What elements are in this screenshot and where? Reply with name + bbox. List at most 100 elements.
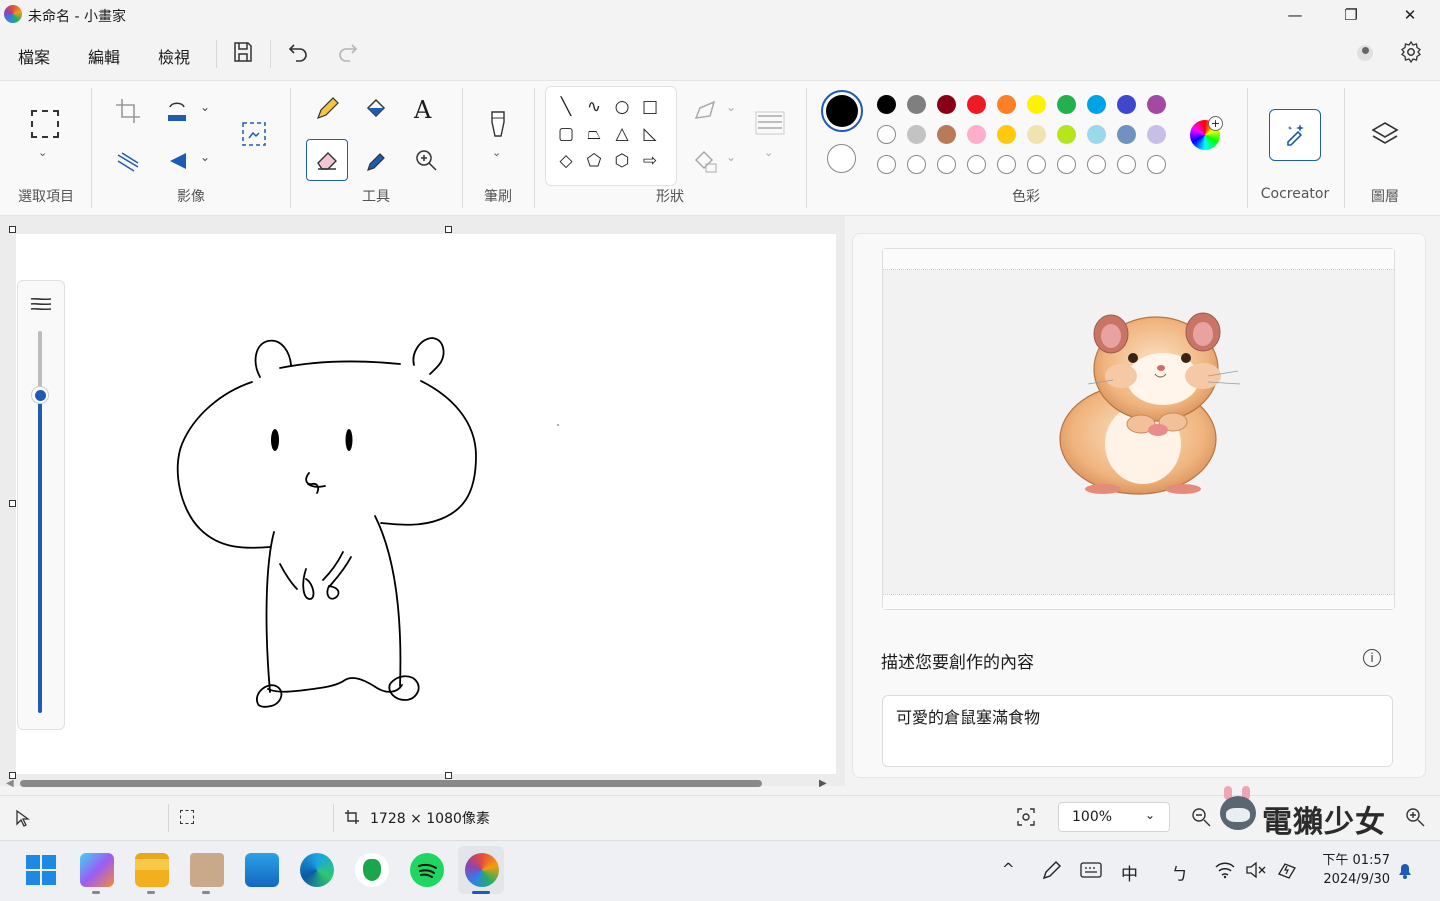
color-swatch[interactable]: [1057, 95, 1076, 114]
layers-icon[interactable]: [1368, 118, 1402, 152]
notification-bell-icon[interactable]: [1396, 860, 1414, 880]
color-swatch[interactable]: [967, 95, 986, 114]
eraser-tool[interactable]: [306, 139, 348, 181]
paint-taskbar-icon[interactable]: [465, 853, 499, 887]
color-swatch[interactable]: [997, 125, 1016, 144]
ime-mode-indicator[interactable]: 中: [1121, 860, 1138, 885]
shape-option[interactable]: ⬠: [580, 147, 608, 174]
shape-outline-icon[interactable]: [690, 96, 722, 128]
color-swatch[interactable]: [1027, 95, 1046, 114]
custom-color-slot[interactable]: [1027, 155, 1046, 174]
scroll-right-arrow[interactable]: ▶: [819, 778, 827, 789]
color-swatch[interactable]: [1087, 95, 1106, 114]
custom-color-slot[interactable]: [907, 155, 926, 174]
show-hidden-icons-chevron[interactable]: ^: [1002, 860, 1015, 878]
custom-color-slot[interactable]: [937, 155, 956, 174]
shape-option[interactable]: ◺: [636, 120, 664, 147]
shape-option[interactable]: ◇: [552, 147, 580, 174]
line-size-icon[interactable]: [754, 108, 786, 140]
brush-icon[interactable]: [482, 108, 514, 140]
zoom-out-icon[interactable]: [1191, 807, 1211, 827]
wifi-icon[interactable]: [1214, 861, 1236, 879]
copilot-icon[interactable]: [80, 853, 114, 887]
shape-option[interactable]: ⇨: [636, 147, 664, 174]
resize-handle-top-left[interactable]: [9, 226, 16, 233]
resize-handle-bottom[interactable]: [445, 772, 452, 779]
clock[interactable]: 下午 01:57 2024/9/30: [1312, 851, 1390, 889]
color-swatch[interactable]: [1117, 95, 1136, 114]
color-swatch[interactable]: [877, 125, 896, 144]
cocreator-button[interactable]: [1269, 109, 1321, 161]
shape-option[interactable]: ▢: [552, 120, 580, 147]
account-avatar[interactable]: [1357, 45, 1373, 61]
drawing-canvas[interactable]: [16, 234, 836, 774]
scroll-left-arrow[interactable]: ◀: [6, 778, 14, 789]
save-icon[interactable]: [231, 40, 255, 64]
custom-color-slot[interactable]: [997, 155, 1016, 174]
edit-colors-button[interactable]: +: [1190, 116, 1223, 150]
shape-option[interactable]: ╲: [552, 93, 580, 120]
zoom-in-icon[interactable]: [1405, 807, 1425, 827]
menu-edit[interactable]: 編輯: [88, 44, 120, 68]
rotate-flip-icon[interactable]: [162, 145, 194, 177]
shape-option[interactable]: ⬡: [608, 147, 636, 174]
pencil-icon[interactable]: [310, 94, 342, 126]
volume-muted-icon[interactable]: [1245, 861, 1267, 879]
chevron-down-icon[interactable]: ⌄: [200, 100, 210, 114]
generated-image-preview[interactable]: [882, 248, 1395, 610]
color-swatch[interactable]: [1027, 125, 1046, 144]
color-swatch[interactable]: [937, 125, 956, 144]
color-swatch[interactable]: [1117, 125, 1136, 144]
custom-color-slot[interactable]: [1147, 155, 1166, 174]
resize-icon[interactable]: [162, 95, 194, 127]
custom-color-slot[interactable]: [967, 155, 986, 174]
image-resize-icon[interactable]: [238, 118, 270, 150]
photos-icon[interactable]: [245, 853, 279, 887]
custom-color-slot[interactable]: [1057, 155, 1076, 174]
dice-app-icon[interactable]: [190, 853, 224, 887]
battery-charging-icon[interactable]: [1275, 860, 1299, 880]
size-slider-thumb[interactable]: [31, 386, 49, 404]
shape-option[interactable]: □: [636, 93, 664, 120]
shape-option[interactable]: △: [608, 120, 636, 147]
chevron-down-icon[interactable]: ⌄: [726, 150, 736, 164]
horizontal-scrollbar-thumb[interactable]: [20, 780, 762, 787]
shape-option[interactable]: ∿: [580, 93, 608, 120]
select-rectangle-icon[interactable]: [31, 110, 59, 138]
chevron-down-icon[interactable]: ⌄: [726, 100, 736, 114]
color-swatch[interactable]: [997, 95, 1016, 114]
start-windows-icon[interactable]: [26, 855, 56, 885]
crop-icon[interactable]: [112, 95, 144, 127]
custom-color-slot[interactable]: [1087, 155, 1106, 174]
color-swatch[interactable]: [937, 95, 956, 114]
edge-browser-icon[interactable]: [300, 853, 334, 887]
ime-bopomofo-indicator[interactable]: ㄅ: [1171, 860, 1188, 885]
shape-fill-icon[interactable]: [690, 146, 722, 178]
info-icon[interactable]: i: [1363, 649, 1381, 667]
settings-gear-icon[interactable]: [1399, 40, 1423, 64]
undo-icon[interactable]: [286, 40, 310, 64]
color-swatch[interactable]: [877, 95, 896, 114]
color-swatch[interactable]: [1057, 125, 1076, 144]
minimize-button[interactable]: —: [1266, 0, 1324, 30]
custom-color-slot[interactable]: [877, 155, 896, 174]
chevron-down-icon[interactable]: ⌄: [200, 150, 210, 164]
custom-color-slot[interactable]: [1117, 155, 1136, 174]
color-swatch[interactable]: [907, 95, 926, 114]
menu-file[interactable]: 檔案: [18, 44, 50, 68]
remove-background-icon[interactable]: [112, 145, 144, 177]
size-slider-track[interactable]: [38, 331, 42, 393]
color-swatch[interactable]: [907, 125, 926, 144]
magnifier-icon[interactable]: [410, 144, 442, 176]
primary-color-selector[interactable]: [821, 90, 863, 132]
menu-view[interactable]: 檢視: [158, 44, 190, 68]
prompt-input[interactable]: 可愛的倉鼠塞滿食物: [882, 695, 1393, 767]
resize-handle-left[interactable]: [9, 500, 16, 507]
fit-to-window-icon[interactable]: [1016, 807, 1036, 827]
color-picker-icon[interactable]: [360, 144, 392, 176]
restore-button[interactable]: ❐: [1322, 0, 1380, 30]
text-tool-icon[interactable]: A: [414, 96, 431, 124]
color-swatch[interactable]: [967, 125, 986, 144]
chevron-down-icon[interactable]: ⌄: [492, 146, 501, 159]
shapes-gallery[interactable]: ╲ ∿ ○ □ ▢ ⏢ △ ◺ ◇ ⬠ ⬡ ⇨: [545, 86, 677, 186]
